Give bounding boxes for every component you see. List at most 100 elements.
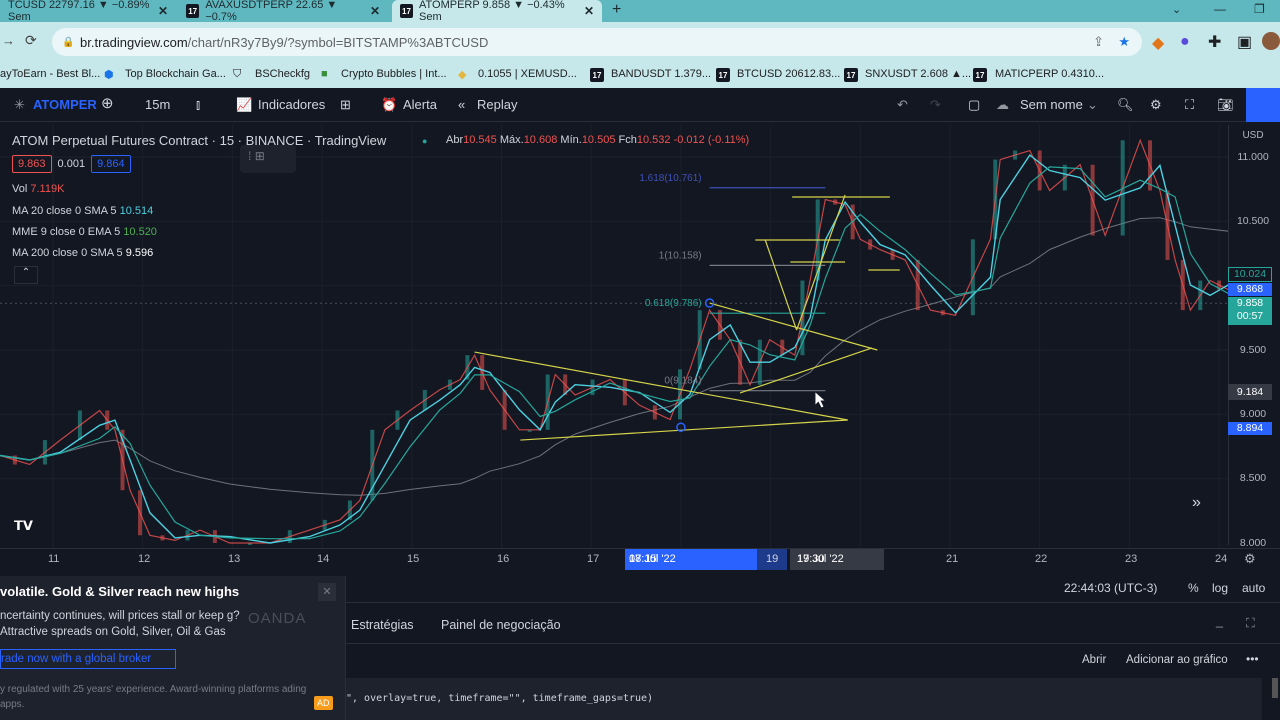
ad-badge: AD bbox=[314, 696, 333, 710]
publish-button[interactable] bbox=[1246, 88, 1280, 122]
camera-icon[interactable]: 📷︎ bbox=[1217, 97, 1234, 113]
auto-scale-toggle[interactable]: auto bbox=[1242, 581, 1265, 595]
vol-value: 7.119K bbox=[30, 183, 65, 195]
tab-search-icon[interactable]: ⌄ bbox=[1172, 3, 1181, 16]
candle-style-icon[interactable]: ⫾ bbox=[196, 97, 200, 113]
price-tick: 9.000 bbox=[1239, 408, 1267, 420]
ma20-legend[interactable]: MA 20 close 0 SMA 5 10.514 bbox=[12, 205, 153, 217]
close-label: Fch bbox=[618, 134, 637, 146]
alert-button[interactable]: Alerta bbox=[403, 97, 437, 112]
time-axis[interactable]: 11 12 13 14 15 16 17 17 Jul 18 Jul '22 0… bbox=[0, 548, 1280, 570]
side-panel-icon[interactable]: ▣ bbox=[1237, 32, 1252, 52]
tab-title: ATOMPERP 9.858 ▼ −0.43% Sem bbox=[418, 0, 565, 23]
range-start-time: 07:15 bbox=[629, 553, 657, 565]
add-to-chart-button[interactable]: Adicionar ao gráfico bbox=[1126, 654, 1228, 666]
more-options-icon[interactable]: ••• bbox=[1246, 652, 1259, 666]
url-input[interactable]: 🔒 br.tradingview.com/chart/nR3y7By9/?sym… bbox=[52, 28, 1142, 56]
bottom-panel: Estratégias Painel de negociação _ ⛶ Abr… bbox=[346, 606, 1280, 720]
bookmark[interactable]: ayToEarn - Best Bl... bbox=[0, 68, 100, 80]
interval-button[interactable]: 15m bbox=[145, 97, 170, 112]
layout-icon[interactable]: ▢ bbox=[968, 97, 980, 113]
collapse-legend-button[interactable]: ⌃ bbox=[14, 266, 38, 284]
ad-cta-button[interactable]: rade now with a global broker bbox=[0, 649, 176, 669]
bookmark[interactable]: SNXUSDT 2.608 ▲... bbox=[865, 68, 971, 80]
price-chart[interactable]: 1.618(10.761) 1(10.158) 0.618(9.786) 0(9.18… bbox=[0, 125, 1228, 548]
ohlc-legend: Abr10.545 Máx.10.608 Mín.10.505 Fch10.53… bbox=[446, 134, 749, 146]
volume-legend[interactable]: Vol 7.119K bbox=[12, 183, 64, 195]
gear-icon[interactable]: ⚙ bbox=[1150, 97, 1162, 113]
pine-editor[interactable]: ", overlay=true, timeframe="", timeframe… bbox=[346, 678, 1262, 720]
ma200-legend[interactable]: MA 200 close 0 SMA 5 9.596 bbox=[12, 247, 153, 259]
log-scale-toggle[interactable]: log bbox=[1212, 581, 1228, 595]
minimize-panel-icon[interactable]: _ bbox=[1216, 614, 1223, 628]
chart-title: ATOM Perpetual Futures Contract · 15 · B… bbox=[12, 133, 387, 148]
close-tab-icon[interactable]: ✕ bbox=[370, 4, 380, 18]
mme9-legend[interactable]: MME 9 close 0 EMA 5 10.520 bbox=[12, 226, 157, 238]
restore-icon[interactable]: ❐ bbox=[1254, 2, 1265, 16]
new-tab-button[interactable]: + bbox=[612, 1, 621, 19]
forward-icon[interactable]: → bbox=[2, 33, 15, 48]
price-tag-blue: 9.868 bbox=[1228, 283, 1272, 296]
bookmark[interactable]: 0.1055 | XEMUSD... bbox=[478, 68, 577, 80]
browser-tab[interactable]: 17 AVAXUSDTPERP 22.65 ▼ −0.7% ✕ bbox=[178, 0, 388, 23]
minimize-icon[interactable]: — bbox=[1214, 2, 1226, 16]
bookmark[interactable]: Top Blockchain Ga... bbox=[125, 68, 226, 80]
trendline bbox=[709, 302, 878, 351]
templates-icon[interactable]: ⊞ bbox=[340, 97, 351, 113]
high-value: 10.608 bbox=[523, 134, 558, 146]
axis-settings-gear-icon[interactable]: ⚙ bbox=[1244, 551, 1256, 567]
tab-trading-panel[interactable]: Painel de negociação bbox=[441, 618, 561, 632]
indicators-button[interactable]: Indicadores bbox=[258, 97, 325, 112]
crosshair-time-tag: 19 Jul '22 17:30 bbox=[790, 549, 884, 570]
close-ad-icon[interactable]: ✕ bbox=[318, 583, 336, 601]
browser-tab[interactable]: TCUSD 22797.16 ▼ −0.89% Sem ✕ bbox=[0, 0, 176, 23]
compare-add-icon[interactable]: ⊕ bbox=[101, 94, 114, 112]
scroll-to-realtime-icon[interactable]: » bbox=[1192, 494, 1212, 514]
bookmark[interactable]: BTCUSD 20612.83... bbox=[737, 68, 840, 80]
percent-scale-toggle[interactable]: % bbox=[1188, 581, 1199, 595]
cloud-icon: ☁ bbox=[996, 97, 1009, 112]
low-label: Mín. bbox=[560, 134, 582, 146]
bookmark-star-icon[interactable]: ★ bbox=[1118, 34, 1130, 50]
object-tree-button[interactable]: ⁞ ⊞ bbox=[240, 145, 296, 173]
chevron-down-icon[interactable]: ⌄ bbox=[1087, 97, 1098, 113]
code-line: ", overlay=true, timeframe="", timeframe… bbox=[346, 693, 654, 704]
reload-icon[interactable]: ⟳ bbox=[25, 32, 37, 49]
replay-button[interactable]: Replay bbox=[477, 97, 517, 112]
bid-ask-legend: 9.863 0.001 9.864 bbox=[12, 155, 131, 173]
buy-button[interactable]: 9.864 bbox=[91, 155, 131, 173]
clock[interactable]: 22:44:03 (UTC-3) bbox=[1064, 581, 1157, 595]
close-value: 10.532 bbox=[636, 134, 671, 146]
time-range-selection: 17 Jul 18 Jul '22 07:15 bbox=[625, 549, 757, 570]
tab-strategies[interactable]: Estratégias bbox=[351, 618, 414, 632]
bookmark[interactable]: BSCheckfg bbox=[255, 68, 310, 80]
ad-popup: ✕ volatile. Gold & Silver reach new high… bbox=[0, 576, 346, 720]
metamask-extension-icon[interactable]: ◆ bbox=[1152, 33, 1164, 53]
profile-avatar[interactable] bbox=[1262, 32, 1280, 50]
tradingview-icon: 17 bbox=[973, 68, 987, 82]
open-script-button[interactable]: Abrir bbox=[1082, 654, 1106, 666]
extensions-puzzle-icon[interactable]: ✚ bbox=[1208, 32, 1221, 52]
extension-icon[interactable]: ● bbox=[1180, 33, 1190, 51]
search-icon[interactable]: 🔍︎ bbox=[1117, 97, 1134, 113]
redo-icon[interactable]: ↷ bbox=[930, 97, 941, 113]
layout-name-button[interactable]: Sem nome bbox=[1020, 97, 1083, 112]
undo-icon[interactable]: ↶ bbox=[897, 97, 908, 113]
bookmark[interactable]: BANDUSDT 1.379... bbox=[611, 68, 711, 80]
share-icon[interactable]: ⇪ bbox=[1093, 34, 1104, 50]
last-price-tag: 9.858 00:57 bbox=[1228, 297, 1272, 325]
sell-button[interactable]: 9.863 bbox=[12, 155, 52, 173]
drag-handle-icon[interactable]: ⁞ bbox=[248, 149, 251, 163]
close-tab-icon[interactable]: ✕ bbox=[584, 4, 594, 18]
time-tick: 13 bbox=[228, 553, 241, 565]
browser-tab-active[interactable]: 17 ATOMPERP 9.858 ▼ −0.43% Sem ✕ bbox=[392, 0, 602, 23]
close-tab-icon[interactable]: ✕ bbox=[158, 4, 168, 18]
bookmark[interactable]: Crypto Bubbles | Int... bbox=[341, 68, 447, 80]
fullscreen-icon[interactable]: ⛶ bbox=[1185, 97, 1194, 113]
maximize-panel-icon[interactable]: ⛶ bbox=[1246, 616, 1255, 631]
time-tick: 12 bbox=[138, 553, 151, 565]
bookmark[interactable]: MATICPERP 0.4310... bbox=[995, 68, 1104, 80]
symbol-search-button[interactable]: ATOMPER bbox=[33, 97, 97, 112]
editor-scrollbar[interactable] bbox=[1272, 678, 1278, 698]
currency-selector[interactable]: USD bbox=[1230, 130, 1276, 141]
